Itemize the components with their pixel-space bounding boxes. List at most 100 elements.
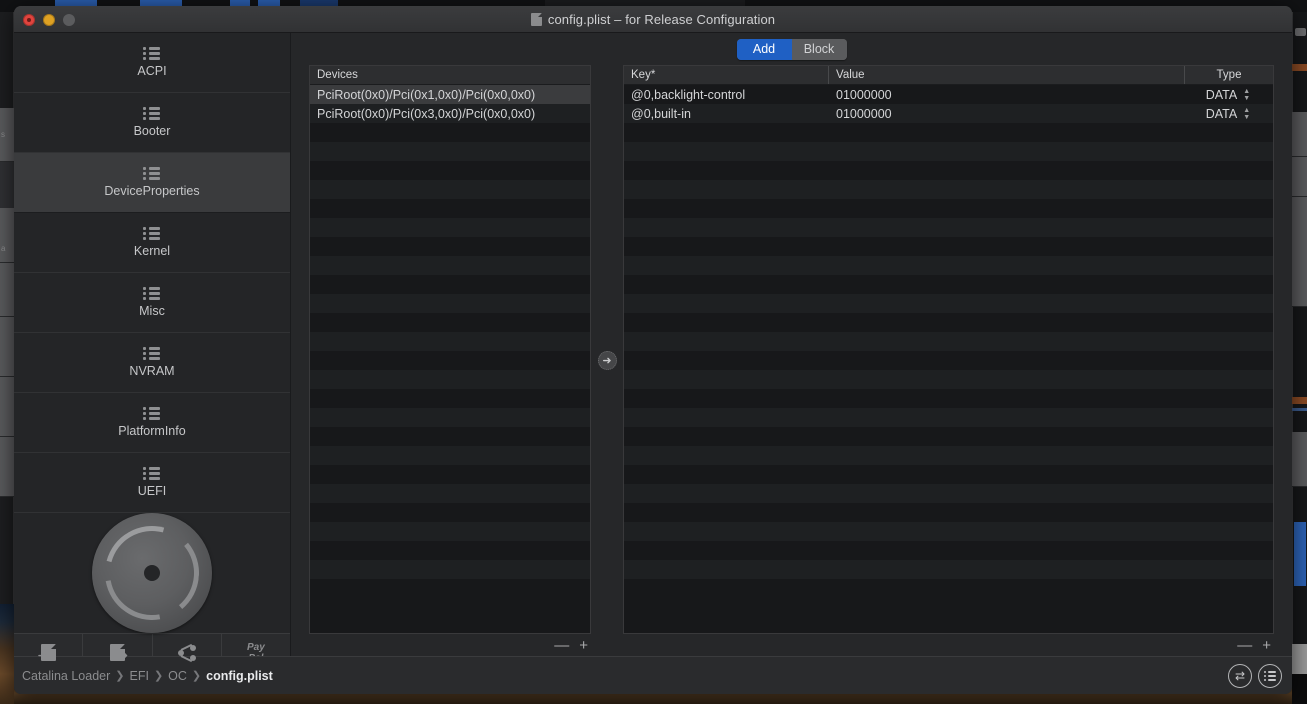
table-row-empty bbox=[310, 142, 590, 161]
transfer-button[interactable]: ➜ bbox=[597, 351, 617, 370]
breadcrumb-separator-icon: ❯ bbox=[191, 670, 202, 682]
sidebar-item-label: Booter bbox=[133, 124, 171, 138]
sidebar-item-nvram[interactable]: NVRAM bbox=[14, 333, 290, 393]
device-path-cell[interactable]: PciRoot(0x0)/Pci(0x3,0x0)/Pci(0x0,0x0) bbox=[310, 104, 590, 123]
document-arrow-out-icon: ➜ bbox=[109, 644, 128, 662]
window-titlebar: config.plist – for Release Configuration bbox=[14, 6, 1292, 33]
table-row-empty bbox=[310, 427, 590, 446]
table-row-empty bbox=[310, 180, 590, 199]
remove-device-button[interactable]: — bbox=[554, 637, 569, 654]
list-icon bbox=[143, 47, 161, 60]
table-row-empty bbox=[310, 484, 590, 503]
table-row[interactable]: @0,built-in 01000000 DATA ▲ ▼ bbox=[624, 104, 1273, 123]
breadcrumb-separator-icon: ❯ bbox=[115, 670, 125, 682]
traffic-lights bbox=[23, 14, 75, 26]
opencore-disc-logo bbox=[86, 507, 218, 639]
table-row-empty bbox=[310, 465, 590, 484]
type-stepper[interactable]: ▲ ▼ bbox=[1241, 88, 1252, 102]
list-icon bbox=[143, 467, 161, 480]
table-row[interactable]: @0,backlight-control 01000000 DATA ▲ ▼ bbox=[624, 85, 1273, 104]
properties-pane: Key* Value Type @0,backlight-control 010… bbox=[623, 65, 1274, 656]
breadcrumb-item-catalina-loader[interactable]: Catalina Loader bbox=[22, 669, 110, 683]
property-type-cell[interactable]: DATA bbox=[1206, 88, 1237, 102]
table-row-empty bbox=[310, 351, 590, 370]
devices-table: Devices PciRoot(0x0)/Pci(0x1,0x0)/Pci(0x… bbox=[309, 65, 591, 634]
device-path-cell[interactable]: PciRoot(0x0)/Pci(0x1,0x0)/Pci(0x0,0x0) bbox=[310, 85, 590, 104]
breadcrumb-item-oc[interactable]: OC bbox=[168, 669, 187, 683]
column-header-key[interactable]: Key* bbox=[624, 66, 829, 84]
column-header-value[interactable]: Value bbox=[829, 66, 1185, 84]
sidebar-item-label: PlatformInfo bbox=[118, 424, 186, 438]
sidebar-item-label: NVRAM bbox=[129, 364, 175, 378]
remove-property-button[interactable]: — bbox=[1237, 637, 1252, 654]
property-value-cell[interactable]: 01000000 bbox=[829, 85, 1185, 104]
breadcrumb-separator-icon: ❯ bbox=[153, 670, 164, 682]
table-row-empty bbox=[310, 560, 590, 579]
table-row-empty bbox=[624, 294, 1273, 313]
sidebar-item-acpi[interactable]: ACPI bbox=[14, 33, 290, 93]
background-left-window: s a bbox=[0, 12, 55, 604]
document-icon bbox=[530, 12, 542, 26]
devices-pane: Devices PciRoot(0x0)/Pci(0x1,0x0)/Pci(0x… bbox=[309, 65, 591, 656]
list-icon bbox=[143, 287, 161, 300]
sidebar-item-platforminfo[interactable]: PlatformInfo bbox=[14, 393, 290, 453]
table-row-empty bbox=[624, 256, 1273, 275]
table-row-empty bbox=[624, 180, 1273, 199]
table-row-empty bbox=[624, 465, 1273, 484]
devices-table-rows: PciRoot(0x0)/Pci(0x1,0x0)/Pci(0x0,0x0) P… bbox=[310, 85, 590, 633]
table-row[interactable]: PciRoot(0x0)/Pci(0x1,0x0)/Pci(0x0,0x0) bbox=[310, 85, 590, 104]
table-row-empty bbox=[624, 389, 1273, 408]
property-type-cell[interactable]: DATA bbox=[1206, 107, 1237, 121]
breadcrumb-item-efi[interactable]: EFI bbox=[129, 669, 148, 683]
table-row-empty bbox=[624, 541, 1273, 560]
add-device-button[interactable]: + bbox=[579, 637, 588, 654]
table-row-empty bbox=[310, 199, 590, 218]
tables-panes: Devices PciRoot(0x0)/Pci(0x1,0x0)/Pci(0x… bbox=[291, 65, 1292, 656]
table-row-empty bbox=[624, 408, 1273, 427]
status-bar-buttons: ⇄ bbox=[1228, 663, 1282, 688]
breadcrumb: Catalina Loader ❯ EFI ❯ OC ❯ config.plis… bbox=[22, 669, 273, 683]
table-row-empty bbox=[624, 503, 1273, 522]
devices-table-controls: — + bbox=[309, 634, 591, 656]
sidebar-item-booter[interactable]: Booter bbox=[14, 93, 290, 153]
table-row[interactable]: PciRoot(0x0)/Pci(0x3,0x0)/Pci(0x0,0x0) bbox=[310, 104, 590, 123]
content-area: Add Block Devices PciRoot(0x0)/Pci(0x1,0… bbox=[291, 33, 1292, 656]
list-icon bbox=[1264, 670, 1276, 681]
toggle-view-button[interactable]: ⇄ bbox=[1228, 663, 1252, 688]
add-block-segmented-control[interactable]: Add Block bbox=[736, 38, 847, 60]
sidebar-item-deviceproperties[interactable]: DeviceProperties bbox=[14, 153, 290, 213]
table-row-empty bbox=[310, 446, 590, 465]
property-value-cell[interactable]: 01000000 bbox=[829, 104, 1185, 123]
table-row-empty bbox=[310, 237, 590, 256]
sidebar-item-misc[interactable]: Misc bbox=[14, 273, 290, 333]
sidebar: ACPI Booter DeviceProperties Kernel Misc… bbox=[14, 33, 291, 671]
close-button[interactable] bbox=[23, 14, 35, 26]
tab-block[interactable]: Block bbox=[791, 38, 847, 60]
add-property-button[interactable]: + bbox=[1262, 637, 1271, 654]
sidebar-item-uefi[interactable]: UEFI bbox=[14, 453, 290, 513]
column-header-devices[interactable]: Devices bbox=[310, 66, 590, 84]
list-view-button[interactable] bbox=[1258, 663, 1282, 688]
table-row-empty bbox=[310, 332, 590, 351]
table-row-empty bbox=[624, 123, 1273, 142]
sidebar-item-kernel[interactable]: Kernel bbox=[14, 213, 290, 273]
table-row-empty bbox=[310, 389, 590, 408]
properties-table: Key* Value Type @0,backlight-control 010… bbox=[623, 65, 1274, 634]
status-bar: Catalina Loader ❯ EFI ❯ OC ❯ config.plis… bbox=[14, 656, 1292, 694]
app-logo-area bbox=[14, 507, 290, 639]
table-row-empty bbox=[310, 313, 590, 332]
column-header-type[interactable]: Type bbox=[1185, 66, 1273, 84]
type-stepper[interactable]: ▲ ▼ bbox=[1241, 107, 1252, 121]
minimize-button[interactable] bbox=[43, 14, 55, 26]
property-key-cell[interactable]: @0,backlight-control bbox=[624, 85, 829, 104]
sidebar-nav: ACPI Booter DeviceProperties Kernel Misc… bbox=[14, 33, 290, 513]
breadcrumb-item-config-plist[interactable]: config.plist bbox=[206, 669, 273, 683]
table-row-empty bbox=[624, 332, 1273, 351]
table-row-empty bbox=[310, 123, 590, 142]
transfer-pane: ➜ bbox=[591, 65, 623, 656]
tab-add[interactable]: Add bbox=[736, 38, 792, 60]
property-key-cell[interactable]: @0,built-in bbox=[624, 104, 829, 123]
table-row-empty bbox=[310, 522, 590, 541]
table-row-empty bbox=[624, 484, 1273, 503]
properties-table-rows: @0,backlight-control 01000000 DATA ▲ ▼ @0… bbox=[624, 85, 1273, 633]
